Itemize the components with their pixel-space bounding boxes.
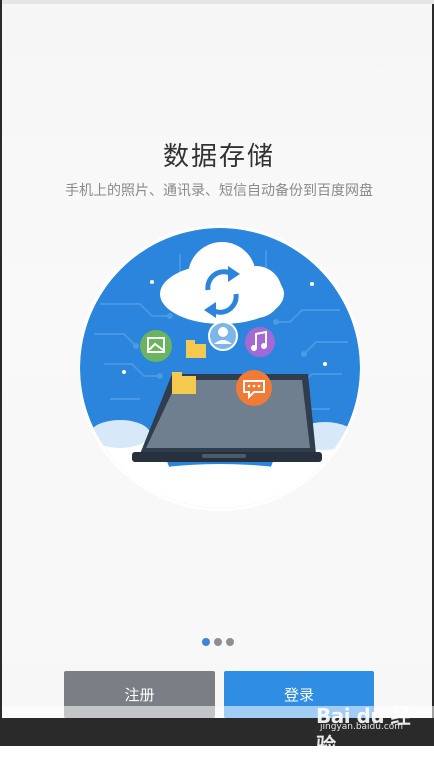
page-title: 数据存储 [162, 142, 275, 172]
photo-icon [140, 330, 172, 362]
message-icon [236, 370, 272, 406]
music-icon [245, 327, 275, 357]
page-dot-2[interactable] [214, 638, 222, 646]
page-indicator [202, 638, 236, 648]
contact-icon [208, 321, 238, 351]
page-dot-3[interactable] [226, 638, 234, 646]
app-screen: 数据存储 手机上的照片、通讯录、短信自动备份到百度网盘 注册 登录 Bai du… [0, 0, 434, 757]
page-dot-1[interactable] [202, 638, 210, 646]
watermark-url: jingyan.baidu.com [320, 722, 404, 732]
storage-illustration [80, 225, 360, 511]
status-area [2, 0, 434, 4]
page-subtitle: 手机上的照片、通讯录、短信自动备份到百度网盘 [65, 183, 373, 199]
baidu-jingyan-watermark: Bai du 经验 jingyan.baidu.com [316, 700, 426, 757]
